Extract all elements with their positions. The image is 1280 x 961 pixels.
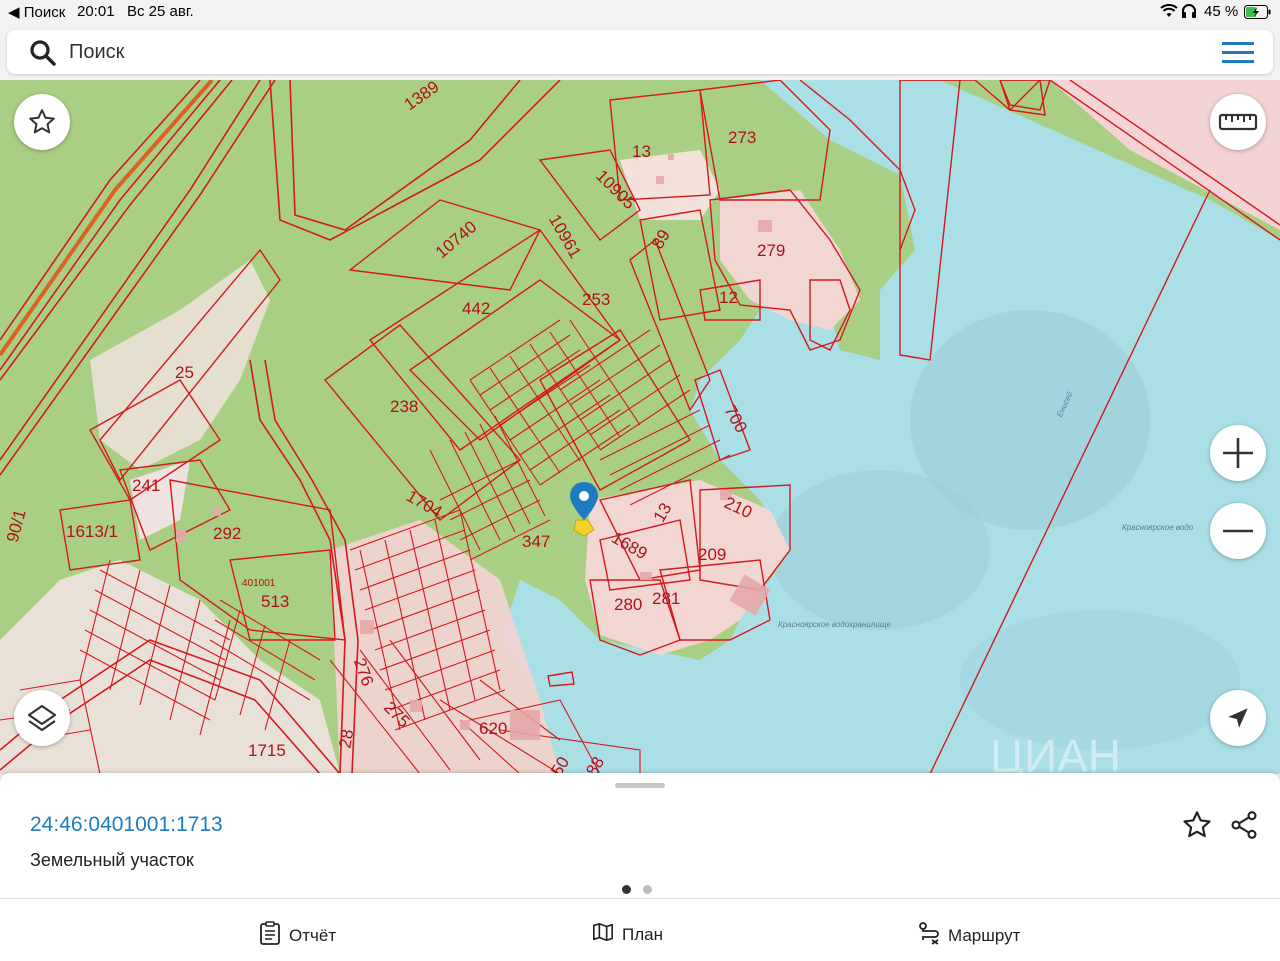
parcel-label-347: 347 <box>522 532 550 551</box>
ruler-button[interactable] <box>1210 94 1266 150</box>
report-clipboard-icon <box>259 921 281 950</box>
layers-button[interactable] <box>14 690 70 746</box>
bottom-tab-bar: Отчёт План Маршрут <box>0 898 1280 961</box>
route-icon <box>918 921 940 950</box>
zoom-in-button[interactable] <box>1210 425 1266 481</box>
ruler-icon <box>1218 111 1258 133</box>
parcel-label-292: 292 <box>213 524 241 543</box>
watermark: ЦИАН <box>990 730 1121 774</box>
parcel-label-253: 253 <box>582 290 610 309</box>
parcel-label-442: 442 <box>462 299 490 318</box>
parcel-info-sheet[interactable]: 24:46:0401001:1713 Земельный участок <box>0 773 1280 898</box>
map-canvas[interactable]: 1389 13 273 10905 10740 10961 89 279 442… <box>0 80 1280 774</box>
parcel-label-280: 280 <box>614 595 642 614</box>
status-date: Вс 25 авг. <box>127 3 194 20</box>
map-favorite-button[interactable] <box>14 94 70 150</box>
tab-route[interactable]: Маршрут <box>918 921 1020 950</box>
cadastral-number[interactable]: 24:46:0401001:1713 <box>30 813 223 837</box>
navigation-arrow-icon <box>1225 705 1251 731</box>
page-indicator <box>622 881 664 899</box>
water-label-reservoir: Красноярское водохранилище <box>778 620 892 629</box>
parcel-label-1613-1: 1613/1 <box>66 522 118 541</box>
parcel-label-513: 513 <box>261 592 289 611</box>
tab-report[interactable]: Отчёт <box>259 921 336 950</box>
layers-icon <box>26 702 58 734</box>
parcel-label-238: 238 <box>390 397 418 416</box>
battery-icon <box>1244 5 1272 23</box>
search-input[interactable]: Поиск <box>69 41 124 64</box>
parcel-label-25: 25 <box>175 363 194 382</box>
parcel-label-273: 273 <box>728 128 756 147</box>
parcel-label-28: 28 <box>335 728 357 750</box>
cadastral-map[interactable]: 1389 13 273 10905 10740 10961 89 279 442… <box>0 80 1280 774</box>
parcel-label-281: 281 <box>652 589 680 608</box>
water-label-reservoir-2: Красноярское водо <box>1122 523 1194 532</box>
parcel-label-209: 209 <box>698 545 726 564</box>
search-icon <box>29 39 57 72</box>
minus-icon <box>1221 514 1255 548</box>
zoom-out-button[interactable] <box>1210 503 1266 559</box>
object-type: Земельный участок <box>30 850 194 870</box>
tab-route-label: Маршрут <box>948 925 1021 945</box>
parcel-label-279: 279 <box>757 241 785 260</box>
headphones-icon <box>1181 4 1197 22</box>
parcel-label-12: 12 <box>719 288 738 307</box>
plus-icon <box>1221 436 1255 470</box>
wifi-icon <box>1160 4 1178 22</box>
hamburger-menu-icon[interactable] <box>1221 40 1255 66</box>
parcel-label-1715: 1715 <box>248 741 286 760</box>
battery-percent: 45 % <box>1204 3 1239 20</box>
tab-plan[interactable]: План <box>592 921 663 948</box>
status-bar: ◀ Поиск 20:01 Вс 25 авг. 45 % <box>0 0 1280 24</box>
map-icon <box>592 921 614 948</box>
star-outline-icon[interactable] <box>1181 809 1213 841</box>
parcel-label-13: 13 <box>632 142 651 161</box>
parcel-label-620: 620 <box>479 719 507 738</box>
sheet-grab-handle[interactable] <box>615 783 665 788</box>
tab-report-label: Отчёт <box>289 925 337 945</box>
search-bar[interactable]: Поиск <box>7 30 1273 74</box>
locate-me-button[interactable] <box>1210 690 1266 746</box>
parcel-label-241: 241 <box>132 476 160 495</box>
back-to-app[interactable]: ◀ Поиск <box>8 3 65 21</box>
star-icon <box>27 107 57 137</box>
share-icon[interactable] <box>1228 809 1260 841</box>
page-dot-active <box>622 885 631 894</box>
page-dot <box>643 885 652 894</box>
status-time: 20:01 <box>77 3 115 20</box>
parcel-label-401001: 401001 <box>242 578 276 589</box>
tab-plan-label: План <box>622 924 663 944</box>
